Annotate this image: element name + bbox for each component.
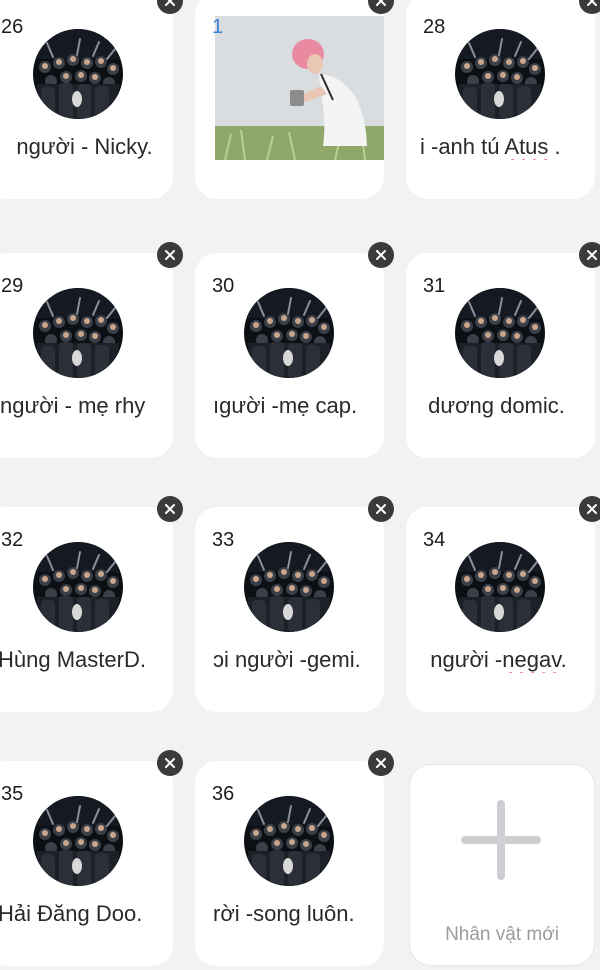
close-icon [163,756,177,770]
close-icon [585,248,599,262]
character-name: Hùng MasterD. [0,647,146,672]
card-number: 30 [212,275,235,297]
character-card[interactable]: 30 ıgười -mẹ cap. [195,253,384,458]
card-number: 34 [423,529,446,551]
card-number: 35 [1,783,24,805]
close-icon [374,756,388,770]
remove-card-button[interactable] [368,750,394,776]
character-grid: 26 người - Nicky. 1 28 i -anh tú Atus . … [0,0,600,970]
character-name: người -negav. [406,647,595,673]
avatar [455,29,545,119]
close-icon [374,0,388,8]
avatar [244,796,334,886]
character-card[interactable]: 31 dương domic. [406,253,595,458]
avatar [33,288,123,378]
name-suffix: . [548,134,561,159]
character-name: dương domic. [428,393,565,418]
card-number: 32 [1,529,24,551]
remove-card-button[interactable] [157,750,183,776]
character-card[interactable]: 32 Hùng MasterD. [0,507,173,712]
remove-card-button[interactable] [579,242,600,268]
avatar [33,542,123,632]
new-character-button[interactable]: Nhân vật mới [409,764,595,966]
close-icon [585,0,599,8]
avatar [33,796,123,886]
character-name: ɔi người -gemi. [213,647,361,672]
remove-card-button[interactable] [157,242,183,268]
close-icon [163,248,177,262]
character-name: i -anh tú Atus . [406,134,595,160]
card-number: 1 [212,16,224,38]
avatar [455,288,545,378]
name-prefix: i -anh tú [420,134,505,159]
close-icon [585,502,599,516]
card-number: 28 [423,16,446,38]
avatar [33,29,123,119]
card-number: 33 [212,529,235,551]
name-prefix: người - [430,647,503,672]
card-number: 29 [1,275,24,297]
character-name: rời -song luôn. [213,901,355,926]
remove-card-button[interactable] [579,496,600,522]
close-icon [163,502,177,516]
card-number: 36 [212,783,235,805]
misspelled-word: Atus [504,134,549,159]
character-card[interactable]: 35 Hải Đăng Doo. [0,761,173,966]
close-icon [163,0,177,8]
character-name: ıgười -mẹ cap. [213,393,358,418]
character-card[interactable]: 29 người - mẹ rhy [0,253,173,458]
plus-icon [461,800,541,880]
remove-card-button[interactable] [157,496,183,522]
remove-card-button[interactable] [368,242,394,268]
avatar [244,542,334,632]
character-card[interactable]: 28 i -anh tú Atus . [406,0,595,199]
card-number: 31 [423,275,446,297]
character-name: người - Nicky. [16,134,153,159]
character-card[interactable]: 33 ɔi người -gemi. [195,507,384,712]
new-character-label: Nhân vật mới [445,924,559,945]
close-icon [374,248,388,262]
character-card[interactable]: 36 rời -song luôn. [195,761,384,966]
character-card[interactable]: 34 người -negav. [406,507,595,712]
misspelled-word: negav [502,647,561,672]
remove-card-button[interactable] [368,496,394,522]
character-card-image[interactable]: 1 [195,0,384,199]
avatar [455,542,545,632]
card-number: 26 [1,16,24,38]
close-icon [374,502,388,516]
avatar [244,288,334,378]
character-card[interactable]: 26 người - Nicky. [0,0,173,199]
character-photo [215,16,384,160]
character-name: người - mẹ rhy [0,393,146,418]
character-name: Hải Đăng Doo. [0,901,143,926]
name-suffix: . [560,647,567,672]
